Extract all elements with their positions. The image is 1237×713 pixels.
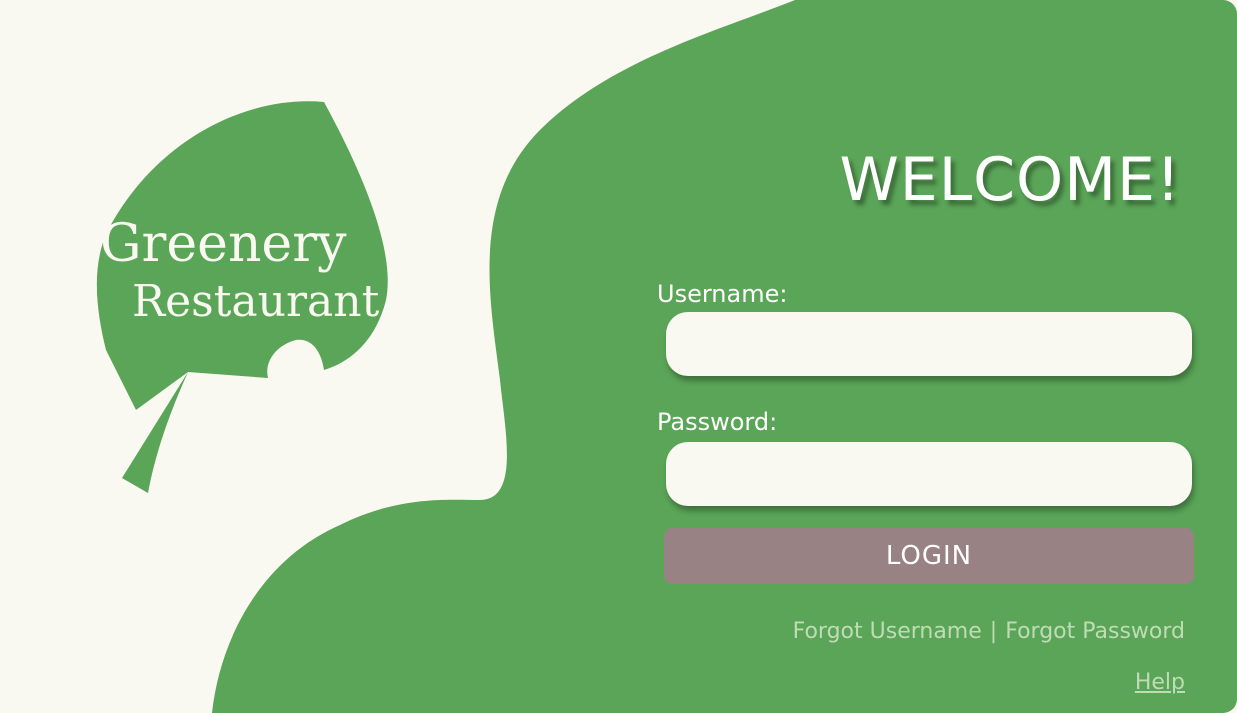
forgot-links: Forgot Username | Forgot Password bbox=[793, 621, 1185, 643]
password-label: Password: bbox=[657, 408, 778, 436]
links-separator: | bbox=[989, 619, 998, 644]
login-button[interactable]: LOGIN bbox=[664, 528, 1194, 584]
logo-title-greenery: Greenery bbox=[100, 214, 347, 274]
forgot-username-link[interactable]: Forgot Username bbox=[793, 619, 982, 644]
welcome-title: WELCOME! bbox=[839, 145, 1181, 215]
restaurant-logo: Greenery Restaurant bbox=[96, 100, 396, 500]
help-link[interactable]: Help bbox=[1135, 672, 1185, 694]
logo-title-restaurant: Restaurant bbox=[132, 276, 380, 327]
username-input[interactable] bbox=[666, 312, 1192, 376]
login-window: Greenery Restaurant WELCOME! Username: P… bbox=[0, 0, 1237, 713]
username-label: Username: bbox=[657, 280, 788, 308]
password-input[interactable] bbox=[666, 442, 1192, 506]
forgot-password-link[interactable]: Forgot Password bbox=[1005, 619, 1185, 644]
